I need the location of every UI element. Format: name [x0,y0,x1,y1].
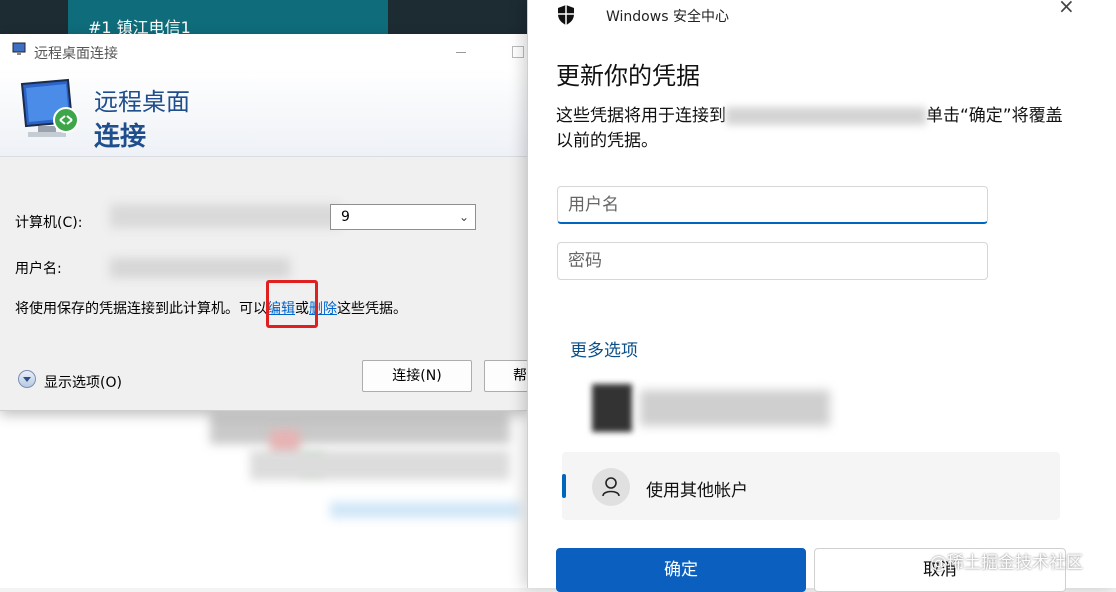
banner-title-line2: 连接 [94,122,147,152]
person-icon [592,468,630,506]
monitor-icon [20,78,79,137]
other-account-option[interactable]: 使用其他帐户 [562,452,1060,520]
windows-security-dialog: Windows 安全中心 × 更新你的凭据 这些凭据将用于连接到 单击“确定”将覆… [527,0,1116,592]
computer-label: 计算机(C): [15,215,83,231]
username-input[interactable] [557,186,988,224]
security-window-title: Windows 安全中心 [606,9,729,25]
more-options-link[interactable]: 更多选项 [570,336,638,361]
rdp-banner: 远程桌面 连接 [0,68,527,157]
close-icon[interactable]: × [1058,0,1075,18]
highlight-box [266,280,318,328]
rdp-window: 远程桌面连接 远程桌面 连接 计算机(C): 9 ⌄ 用户名: 将使用保存的凭据… [0,34,544,411]
ok-button[interactable]: 确定 [556,548,806,592]
chevron-down-icon[interactable]: ⌄ [459,210,469,224]
show-options-link[interactable]: 显示选项(O) [44,372,122,392]
shield-icon [558,5,574,25]
description-start: 这些凭据将用于连接到 [556,106,726,126]
connect-button[interactable]: 连接(N) [362,360,472,392]
saved-text-prefix: 将使用保存的凭据连接到此计算机。可以 [15,301,267,317]
blurred-username [110,258,290,278]
background-desktop [0,410,527,588]
saved-credentials-text: 将使用保存的凭据连接到此计算机。可以编辑或删除这些凭据。 [15,298,407,318]
minimize-button[interactable] [456,52,466,53]
rdp-window-title: 远程桌面连接 [34,46,118,62]
password-input[interactable] [557,242,988,280]
computer-combobox[interactable]: 9 ⌄ [330,204,476,230]
other-account-label: 使用其他帐户 [646,481,748,501]
blurred-account-name [640,390,830,426]
blurred-host [726,107,926,125]
saved-text-suffix: 这些凭据。 [337,301,407,317]
rdp-app-icon [12,42,26,55]
blurred-content [210,414,510,444]
expand-options-icon[interactable] [18,370,36,388]
rdp-titlebar[interactable]: 远程桌面连接 [0,34,527,68]
banner-title-line1: 远程桌面 [94,88,190,116]
blurred-content [250,450,510,480]
blurred-computer-name [110,204,340,228]
account-avatar[interactable] [592,384,632,432]
maximize-button[interactable] [512,46,524,58]
computer-value: 9 [341,209,350,225]
blurred-content [330,502,520,518]
selection-indicator [562,474,566,498]
dialog-description: 这些凭据将用于连接到 单击“确定”将覆盖以前的凭据。 [556,104,1076,154]
username-label: 用户名: [15,261,62,277]
watermark: @稀土掘金技术社区 [930,553,1083,573]
dialog-heading: 更新你的凭据 [556,62,700,90]
background-session-tab[interactable]: #1 镇江电信1 [68,0,388,37]
